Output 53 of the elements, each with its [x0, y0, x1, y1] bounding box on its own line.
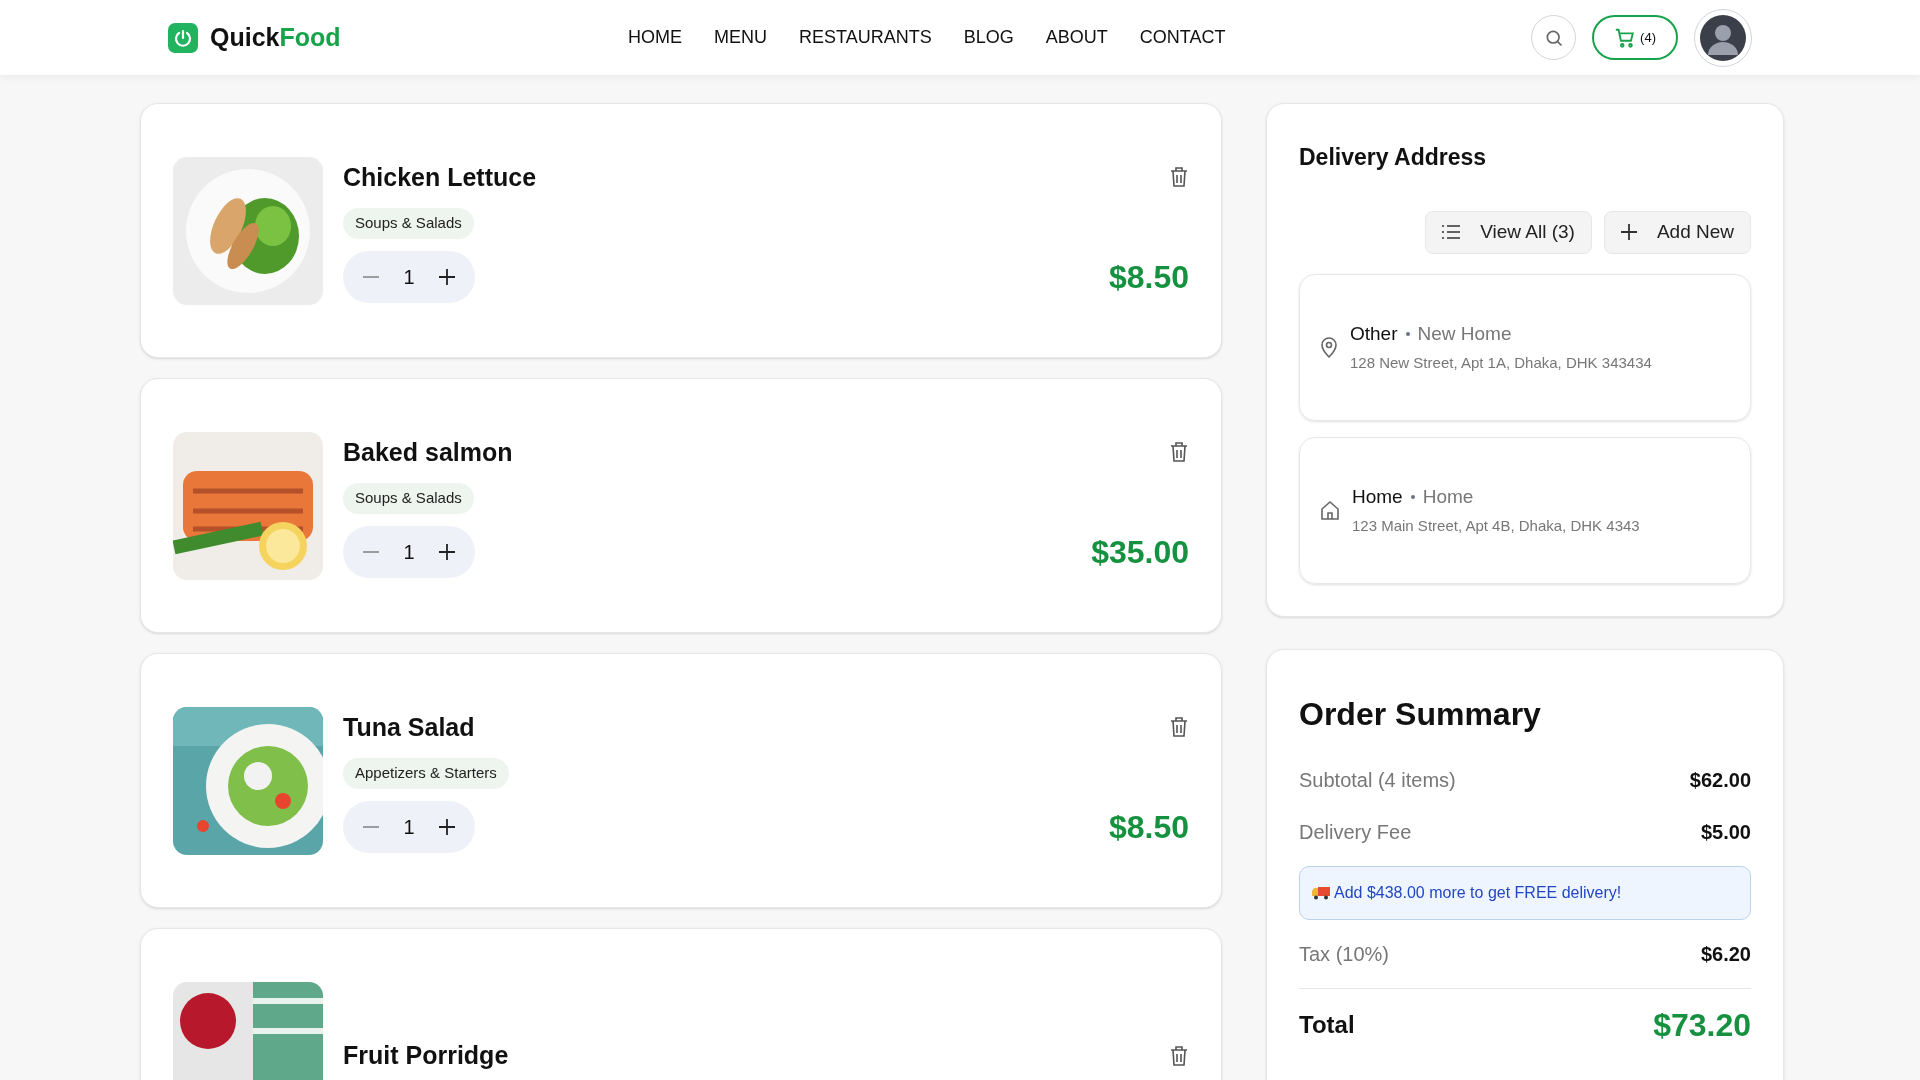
summary-label: Tax (10%)	[1299, 941, 1390, 967]
summary-label: Subtotal (4 items)	[1299, 767, 1456, 793]
address-label: Home	[1352, 484, 1403, 509]
item-price: $8.50	[1108, 257, 1189, 297]
nav-link[interactable]: ABOUT	[1045, 24, 1108, 51]
summary-label: Delivery Fee	[1299, 819, 1412, 845]
logo-icon	[168, 22, 198, 53]
category-tag: Soups & Salads	[343, 483, 474, 514]
nav-link[interactable]: RESTAURANTS	[799, 24, 932, 51]
summary-value: $62.00	[1689, 767, 1751, 793]
quantity-value: 1	[402, 264, 416, 290]
item-name: Baked salmon	[343, 436, 513, 468]
delete-icon[interactable]	[1169, 1044, 1189, 1067]
item-name: Fruit Porridge	[343, 1039, 509, 1071]
address-card[interactable]: Home Home 123 Main Street, Apt 4B, Dhaka, DHK 4343	[1299, 436, 1751, 584]
truck-icon	[1312, 885, 1330, 900]
address-name: New Home	[1417, 321, 1512, 346]
delete-icon[interactable]	[1169, 441, 1189, 464]
item-price: $8.50	[1108, 807, 1189, 847]
add-new-button[interactable]: Add New	[1603, 210, 1751, 254]
address-card[interactable]: Other New Home 128 New Street, Apt 1A, Dhaka, DHK 343434	[1299, 273, 1751, 421]
summary-value: $5.00	[1700, 819, 1751, 845]
brand-name[interactable]: QuickFood	[210, 18, 341, 57]
nav-link[interactable]: MENU	[714, 24, 767, 51]
summary-label: Total	[1299, 1009, 1355, 1040]
category-tag: Soups & Salads	[343, 208, 474, 239]
cart-button[interactable]: (4)	[1592, 15, 1678, 60]
section-title: Order Summary	[1299, 694, 1542, 734]
quantity-value: 1	[402, 539, 416, 565]
nav-link[interactable]: HOME	[628, 24, 682, 51]
location-pin-icon	[1320, 336, 1338, 358]
house-icon	[1320, 500, 1340, 520]
view-all-button[interactable]: View All (3)	[1425, 210, 1592, 254]
nav-link[interactable]: CONTACT	[1139, 24, 1226, 51]
nav-link[interactable]: BLOG	[963, 24, 1014, 51]
quantity-value: 1	[402, 814, 416, 840]
section-title: Delivery Address	[1299, 143, 1488, 172]
delete-icon[interactable]	[1169, 166, 1189, 189]
plus-icon	[1620, 224, 1637, 240]
address-label: Other	[1350, 321, 1398, 346]
address-text: 128 New Street, Apt 1A, Dhaka, DHK 343434	[1350, 353, 1652, 373]
item-name: Tuna Salad	[343, 711, 475, 743]
address-text: 123 Main Street, Apt 4B, Dhaka, DHK 4343	[1352, 516, 1640, 536]
free-delivery-notice: Add $438.00 more to get FREE delivery!	[1299, 865, 1751, 920]
summary-value: $6.20	[1700, 941, 1751, 967]
delete-icon[interactable]	[1169, 716, 1189, 739]
address-name: Home	[1422, 484, 1474, 509]
cart-icon	[1614, 26, 1637, 49]
list-icon	[1442, 225, 1461, 239]
item-name: Chicken Lettuce	[343, 161, 537, 193]
item-price: $35.00	[1091, 532, 1189, 572]
summary-value: $73.20	[1653, 1005, 1751, 1045]
category-tag: Appetizers & Starters	[343, 758, 509, 789]
